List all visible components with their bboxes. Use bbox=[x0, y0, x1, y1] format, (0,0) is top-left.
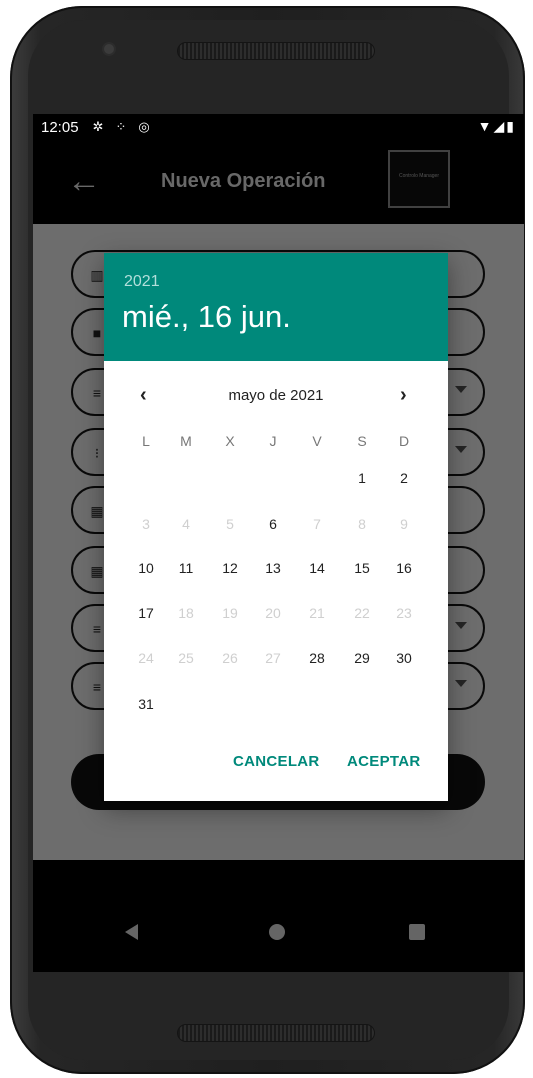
calendar-day: 23 bbox=[396, 605, 412, 621]
calendar-day[interactable]: 10 bbox=[126, 560, 166, 576]
calendar-day: 4 bbox=[182, 516, 190, 532]
calendar-day[interactable]: 13 bbox=[253, 560, 293, 576]
calendar-day[interactable]: 1 bbox=[342, 470, 382, 486]
calendar-day: 7 bbox=[313, 516, 321, 532]
dialog-actions: CANCELAR ACEPTAR bbox=[104, 753, 448, 773]
date-picker-header: 2021 mié., 16 jun. bbox=[104, 253, 448, 361]
calendar-day: 5 bbox=[226, 516, 234, 532]
date-picker-dialog: 2021 mié., 16 jun. ‹ mayo de 2021 › LMXJ… bbox=[104, 253, 448, 801]
dots-icon: ⁘ bbox=[115, 119, 127, 134]
battery-icon: ▮ bbox=[506, 118, 516, 134]
status-time: 12:05 bbox=[41, 118, 79, 136]
calendar-day[interactable]: 12 bbox=[210, 560, 250, 576]
wifi-icon: ▼ bbox=[477, 118, 494, 134]
calendar-day: 3 bbox=[142, 516, 150, 532]
calendar-day[interactable]: 29 bbox=[342, 650, 382, 666]
weekday-label: D bbox=[398, 433, 410, 449]
calendar-day[interactable]: 11 bbox=[166, 560, 206, 576]
sync-icon: ◎ bbox=[138, 119, 150, 134]
weekday-label: X bbox=[225, 433, 235, 449]
weekday-label: L bbox=[142, 433, 150, 449]
selected-date: mié., 16 jun. bbox=[122, 299, 291, 334]
accept-button[interactable]: ACEPTAR bbox=[347, 753, 421, 770]
month-title: mayo de 2021 bbox=[228, 387, 324, 404]
calendar-day[interactable]: 28 bbox=[297, 650, 337, 666]
calendar-day[interactable]: 17 bbox=[126, 605, 166, 621]
calendar-day[interactable]: 31 bbox=[126, 696, 166, 712]
calendar-day[interactable]: 14 bbox=[297, 560, 337, 576]
calendar-day: 22 bbox=[354, 605, 370, 621]
weekday-label: S bbox=[357, 433, 367, 449]
calendar-day[interactable]: 15 bbox=[342, 560, 382, 576]
calendar-day: 18 bbox=[178, 605, 194, 621]
calendar-day: 27 bbox=[265, 650, 281, 666]
calendar-day[interactable]: 30 bbox=[384, 650, 424, 666]
weekday-label: J bbox=[269, 433, 277, 449]
signal-icon: ◢ bbox=[493, 118, 507, 134]
calendar-day: 8 bbox=[358, 516, 366, 532]
gear-icon: ✲ bbox=[92, 119, 104, 134]
calendar-day[interactable]: 16 bbox=[384, 560, 424, 576]
year-label[interactable]: 2021 bbox=[124, 273, 160, 291]
calendar-day: 24 bbox=[138, 650, 154, 666]
calendar-day: 21 bbox=[309, 605, 325, 621]
cancel-button[interactable]: CANCELAR bbox=[233, 753, 320, 770]
weekday-label: M bbox=[180, 433, 192, 449]
calendar-day: 26 bbox=[222, 650, 238, 666]
earpiece-speaker bbox=[177, 42, 375, 60]
calendar-day[interactable]: 2 bbox=[384, 470, 424, 486]
calendar-day: 25 bbox=[178, 650, 194, 666]
status-right-icons: ▼◢▮ bbox=[478, 118, 516, 135]
calendar-day: 19 bbox=[222, 605, 238, 621]
weekday-label: V bbox=[312, 433, 322, 449]
calendar-day: 20 bbox=[265, 605, 281, 621]
chevron-right-icon[interactable]: › bbox=[400, 384, 407, 407]
bottom-speaker bbox=[177, 1024, 375, 1042]
calendar-day: 9 bbox=[400, 516, 408, 532]
calendar-day[interactable]: 6 bbox=[253, 516, 293, 532]
status-bar: 12:05 ✲ ⁘ ◎ ▼◢▮ bbox=[33, 114, 524, 140]
front-camera bbox=[104, 44, 114, 54]
